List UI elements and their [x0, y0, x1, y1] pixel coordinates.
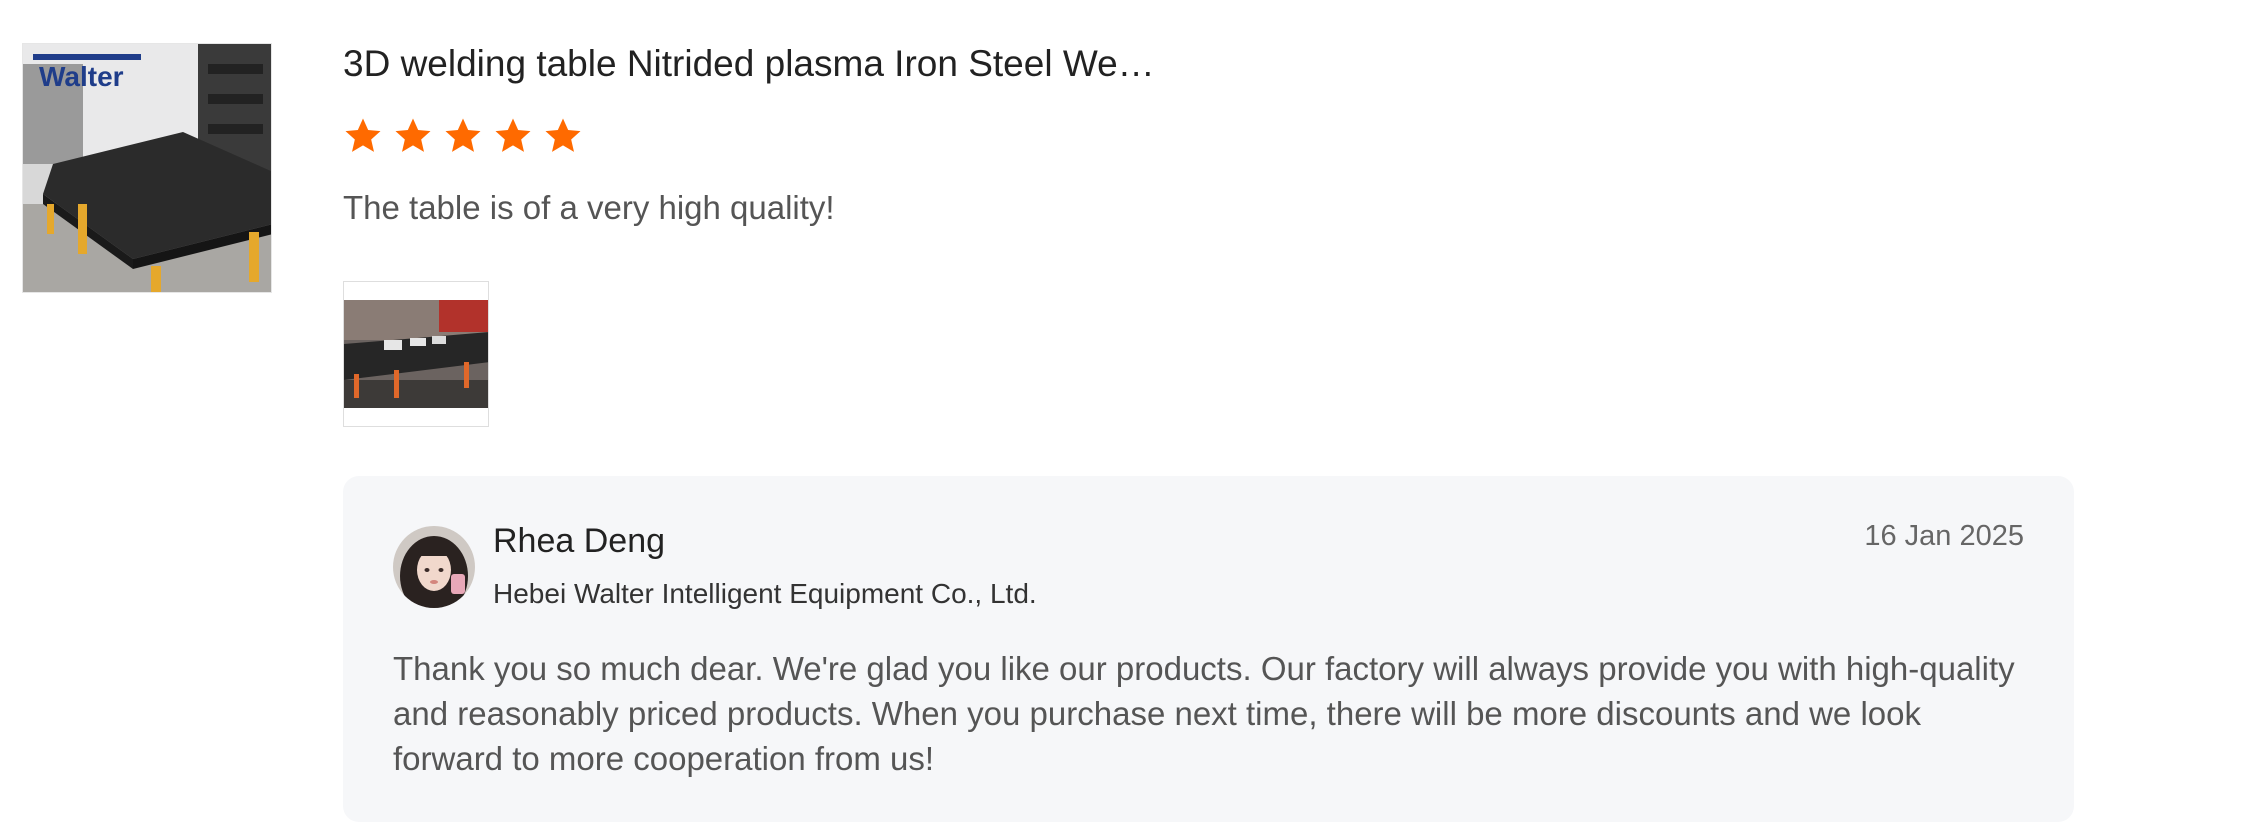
avatar — [393, 526, 475, 608]
review-text: The table is of a very high quality! — [343, 189, 835, 226]
review-photo-thumbnail[interactable] — [343, 281, 489, 427]
reply-company: Hebei Walter Intelligent Equipment Co., … — [493, 578, 1037, 609]
reply-date: 16 Jan 2025 — [1864, 520, 2024, 552]
star-icon — [343, 116, 383, 156]
star-icon — [393, 116, 433, 156]
star-icon — [493, 116, 533, 156]
product-title[interactable]: 3D welding table Nitrided plasma Iron St… — [343, 38, 1203, 90]
svg-text:Walter: Walter — [39, 61, 124, 92]
product-image-icon: Walter — [23, 44, 271, 292]
star-icon — [443, 116, 483, 156]
star-icon — [543, 116, 583, 156]
reply-author-name: Rhea Deng — [493, 522, 666, 560]
star-rating — [343, 116, 583, 156]
seller-reply: Rhea Deng Hebei Walter Intelligent Equip… — [343, 476, 2074, 822]
reply-text: Thank you so much dear. We're glad you l… — [393, 650, 2015, 777]
product-thumbnail[interactable]: Walter — [22, 43, 272, 293]
review-photo-icon — [344, 282, 488, 426]
review-card: Walter 3D welding table Nitrided plasma … — [0, 0, 2246, 838]
